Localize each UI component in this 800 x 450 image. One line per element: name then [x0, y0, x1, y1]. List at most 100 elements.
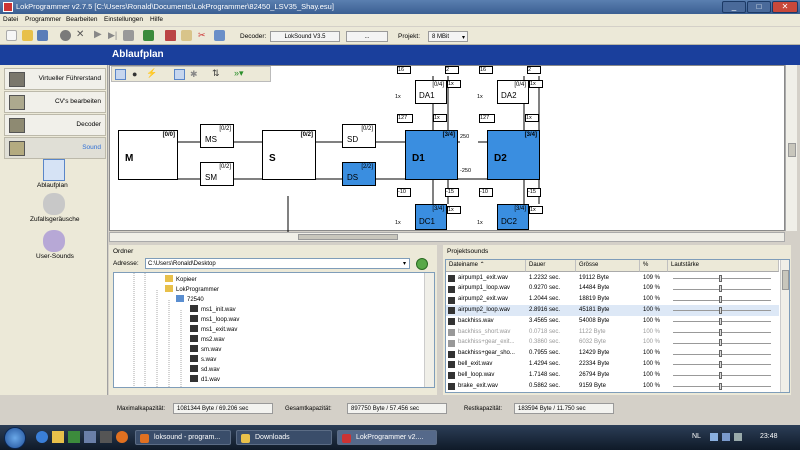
volume-icon[interactable]	[734, 433, 742, 441]
column-header[interactable]: %	[640, 260, 668, 272]
clock[interactable]: 23:48	[760, 433, 778, 440]
volume-slider-knob[interactable]	[719, 382, 723, 390]
table-row[interactable]: brake_exit.wav 0.5862 sec. 9159 Byte 100 %	[446, 381, 779, 392]
node-d2[interactable]: [3/4] D2	[487, 130, 540, 180]
write-decoder-icon[interactable]	[143, 30, 154, 41]
pointer-tool-icon[interactable]	[115, 69, 126, 80]
chip-icon[interactable]	[123, 30, 134, 41]
value-box[interactable]: -15	[445, 188, 459, 197]
column-header[interactable]: Dateiname ⌃	[446, 260, 526, 272]
value-box[interactable]: 1x	[447, 80, 461, 88]
node-ms[interactable]: [0/2] MS	[200, 124, 234, 148]
menu-hilfe[interactable]: Hilfe	[150, 16, 163, 23]
node-m[interactable]: [0/0] M	[118, 130, 178, 180]
value-box[interactable]: 127	[397, 114, 413, 123]
node-s[interactable]: [0/2] S	[262, 130, 316, 180]
refresh-icon[interactable]	[416, 258, 428, 270]
node-da2[interactable]: [0/4] DA2	[497, 80, 529, 104]
tray-icon[interactable]	[710, 433, 718, 441]
project-sounds-table[interactable]: Dateiname ⌃ Dauer Grösse % Lautstärke ai…	[445, 259, 790, 393]
node-da1[interactable]: [0/4] DA1	[415, 80, 447, 104]
menu-einstellungen[interactable]: Einstellungen	[104, 16, 143, 23]
tree-item[interactable]: ms1_init.wav	[190, 305, 236, 313]
disconnect-tool-icon[interactable]: ✱	[190, 69, 201, 80]
table-row[interactable]: bell_loop.wav 1.7148 sec. 26794 Byte 100 %	[446, 370, 779, 381]
new-file-icon[interactable]	[6, 30, 17, 41]
subnav-user-sounds[interactable]: User-Sounds	[0, 227, 108, 263]
volume-slider-knob[interactable]	[719, 306, 723, 314]
read-decoder-icon[interactable]	[165, 30, 176, 41]
flowchart-canvas[interactable]: [0/0] M [0/2] MS [0/2] SM [0/2] S [0/2] …	[109, 65, 785, 232]
volume-slider-knob[interactable]	[719, 317, 723, 325]
stop-icon[interactable]	[60, 30, 71, 41]
step-icon[interactable]: ▶|	[108, 30, 119, 41]
subnav-zufallsgeraeusche[interactable]: Zufallsgeräusche	[0, 190, 108, 226]
tree-item[interactable]: LokProgrammer	[165, 285, 219, 293]
folder-tree[interactable]: Kopieer LokProgrammer 72540 ms1_init.wav…	[113, 272, 435, 388]
node-d1[interactable]: [3/4] D1	[405, 130, 458, 180]
scroll-thumb[interactable]	[788, 143, 796, 157]
table-row[interactable]: backhiss.wav 3.4565 sec. 54008 Byte 100 %	[446, 316, 779, 327]
table-row[interactable]: bell_exit.wav 1.4294 sec. 22334 Byte 100 %	[446, 359, 779, 370]
ie-icon[interactable]	[36, 431, 48, 443]
language-indicator[interactable]: NL	[692, 433, 701, 440]
tree-scrollbar[interactable]	[424, 273, 434, 387]
play-icon[interactable]: ▶	[94, 30, 105, 41]
value-box[interactable]: 1x	[529, 80, 543, 88]
menu-programmer[interactable]: Programmer	[25, 16, 61, 23]
value-box[interactable]: 16	[397, 66, 411, 74]
value-box[interactable]: 1x	[447, 206, 461, 214]
volume-slider-knob[interactable]	[719, 371, 723, 379]
tree-item[interactable]: ms1_loop.wav	[190, 315, 239, 323]
open-folder-icon[interactable]	[22, 30, 33, 41]
sort-tool-icon[interactable]: ⇅	[212, 68, 224, 80]
tree-item[interactable]: Kopieer	[165, 275, 197, 283]
tool-icon[interactable]: ✂	[198, 30, 209, 41]
scroll-thumb[interactable]	[782, 270, 789, 290]
column-header[interactable]: Grösse	[576, 260, 640, 272]
tree-item[interactable]: ms2.wav	[190, 335, 225, 343]
table-row[interactable]: airpump1_exit.wav 1.2232 sec. 19112 Byte 10…	[446, 273, 779, 284]
tree-item[interactable]: d1.wav	[190, 375, 220, 383]
desktop-quicklaunch-icon[interactable]	[84, 431, 96, 443]
tree-item[interactable]: ms1_exit.wav	[190, 325, 237, 333]
book-icon[interactable]	[181, 30, 192, 41]
canvas-scrollbar[interactable]	[785, 65, 797, 231]
node-ds[interactable]: [2/2] DS	[342, 162, 376, 186]
firefox-quicklaunch-icon[interactable]	[116, 431, 128, 443]
tree-item[interactable]: sd.wav	[190, 365, 220, 373]
address-input[interactable]: C:\Users\Ronald\Desktop	[145, 258, 410, 269]
value-box[interactable]: 1x	[433, 114, 447, 122]
menu-bearbeiten[interactable]: Bearbeiten	[66, 16, 97, 23]
chevron-down-icon[interactable]: ▾	[462, 34, 465, 41]
canvas-hscrollbar[interactable]	[109, 232, 785, 242]
value-box[interactable]: -10	[397, 188, 411, 197]
decoder-info-icon[interactable]	[214, 30, 225, 41]
close-button[interactable]: ✕	[772, 1, 798, 13]
value-box[interactable]: -10	[479, 188, 493, 197]
decoder-extra-button[interactable]: ...	[346, 31, 388, 42]
start-button[interactable]	[4, 427, 26, 449]
chevron-down-icon[interactable]: ▾	[403, 260, 406, 267]
value-box[interactable]: 16	[479, 66, 493, 74]
value-box[interactable]: -15	[527, 188, 541, 197]
task-lokprogrammer[interactable]: LokProgrammer v2....	[337, 430, 437, 445]
nav-cv-bearbeiten[interactable]: CV's bearbeiten	[4, 91, 106, 113]
volume-slider-knob[interactable]	[719, 360, 723, 368]
save-icon[interactable]	[37, 30, 48, 41]
volume-slider-knob[interactable]	[719, 350, 723, 358]
menu-datei[interactable]: Datei	[3, 16, 18, 23]
table-row[interactable]: backhiss+gear_exit... 0.3860 sec. 6032 Byt…	[446, 338, 779, 349]
forward-tool-icon[interactable]: »▾	[234, 68, 254, 80]
table-row[interactable]: backhiss_short.wav 0.0718 sec. 1122 Byte 10…	[446, 327, 779, 338]
table-row[interactable]: backhiss+gear_sho... 0.7955 sec. 12429 Byt…	[446, 349, 779, 360]
column-header[interactable]: Lautstärke	[668, 260, 779, 272]
volume-slider-knob[interactable]	[719, 274, 723, 282]
value-box[interactable]: 1x	[529, 206, 543, 214]
volume-slider-knob[interactable]	[719, 339, 723, 347]
table-row[interactable]: airpump2_exit.wav 1.2044 sec. 18819 Byte 10…	[446, 295, 779, 306]
scroll-thumb[interactable]	[298, 234, 398, 240]
tree-item[interactable]: 72540	[176, 295, 204, 303]
volume-slider-knob[interactable]	[719, 285, 723, 293]
task-firefox[interactable]: loksound - program...	[135, 430, 231, 445]
